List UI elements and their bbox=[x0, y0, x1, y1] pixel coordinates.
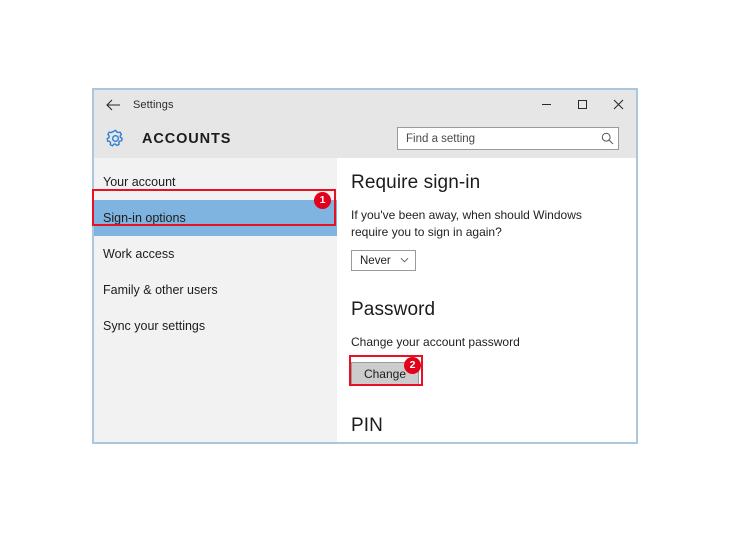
search-input[interactable] bbox=[398, 128, 596, 149]
change-button-label: Change bbox=[363, 366, 407, 381]
minimize-icon bbox=[541, 104, 551, 105]
sidebar-item-label: Family & other users bbox=[103, 283, 218, 297]
sidebar-item-sync-your-settings[interactable]: Sync your settings bbox=[94, 308, 337, 344]
main-content: Require sign-in If you've been away, whe… bbox=[337, 158, 636, 442]
title-bar: Settings bbox=[94, 90, 636, 119]
window-body: Your account Sign-in options Work access… bbox=[94, 158, 636, 442]
sidebar: Your account Sign-in options Work access… bbox=[94, 158, 337, 442]
annotation-badge-2: 2 bbox=[404, 357, 421, 374]
require-signin-description: If you've been away, when should Windows… bbox=[351, 208, 582, 239]
minimize-button[interactable] bbox=[528, 90, 564, 119]
password-heading: Password bbox=[351, 299, 436, 321]
window-title: Settings bbox=[133, 98, 174, 111]
app-header: ACCOUNTS bbox=[94, 119, 636, 158]
gear-icon bbox=[96, 129, 134, 148]
page-title: ACCOUNTS bbox=[142, 130, 232, 147]
sidebar-item-label: Your account bbox=[103, 175, 176, 189]
sidebar-item-work-access[interactable]: Work access bbox=[94, 236, 337, 272]
maximize-icon bbox=[577, 100, 587, 109]
chevron-down-icon bbox=[400, 256, 409, 265]
require-signin-dropdown[interactable]: Never bbox=[351, 250, 416, 272]
sidebar-item-label: Work access bbox=[103, 247, 175, 261]
dropdown-value: Never bbox=[360, 254, 391, 267]
settings-window: Settings ACCOUNTS Find a setting Your ac… bbox=[92, 88, 638, 444]
require-signin-heading: Require sign-in bbox=[351, 172, 481, 193]
sidebar-item-family-other-users[interactable]: Family & other users bbox=[94, 272, 337, 308]
sidebar-item-sign-in-options[interactable]: Sign-in options bbox=[94, 200, 337, 236]
close-icon bbox=[613, 99, 623, 110]
sidebar-item-your-account[interactable]: Your account bbox=[94, 164, 337, 200]
password-description: Change your account password bbox=[351, 335, 520, 350]
maximize-button[interactable] bbox=[564, 90, 600, 119]
sidebar-item-label: Sign-in options bbox=[103, 211, 186, 225]
search-icon[interactable] bbox=[596, 132, 618, 145]
sidebar-item-label: Sync your settings bbox=[103, 319, 206, 333]
pin-heading: PIN bbox=[351, 414, 383, 436]
annotation-badge-1: 1 bbox=[314, 192, 331, 209]
back-button[interactable] bbox=[94, 90, 132, 119]
close-button[interactable] bbox=[600, 90, 636, 119]
search-box[interactable] bbox=[397, 127, 619, 150]
window-controls bbox=[528, 90, 636, 119]
back-arrow-icon bbox=[105, 99, 120, 110]
